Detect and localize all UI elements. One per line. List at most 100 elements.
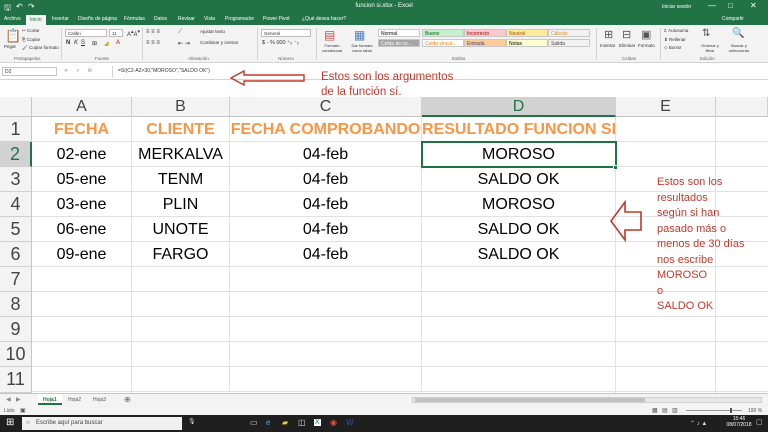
sort-filter-button[interactable]: Ordenar y filtrar xyxy=(698,43,722,53)
cell-b6[interactable]: FARGO xyxy=(132,242,230,267)
cell-a6[interactable]: 09-ene xyxy=(32,242,132,267)
row-header-11[interactable]: 11 xyxy=(0,367,32,393)
notifications-icon[interactable]: ▢ xyxy=(756,418,763,426)
page-break-icon[interactable]: ▥ xyxy=(672,407,678,414)
horizontal-scrollbar[interactable] xyxy=(412,397,762,403)
autosum-button[interactable]: Σ Autosuma xyxy=(664,28,688,33)
cell-c1[interactable]: FECHA COMPROBANDO xyxy=(230,117,422,142)
column-header-f[interactable] xyxy=(716,97,768,117)
row-header-1[interactable]: 1 xyxy=(0,117,32,142)
style-entrada[interactable]: Entrada xyxy=(464,39,506,47)
sort-filter-icon[interactable]: ⇅ xyxy=(702,28,710,39)
merge-center-button[interactable]: Combinar y centrar xyxy=(200,40,238,45)
insert-cells-icon[interactable]: ⊞ xyxy=(604,28,613,41)
insert-cells-button[interactable]: Insertar xyxy=(600,43,615,48)
cell-a2[interactable]: 02-ene xyxy=(32,142,132,167)
cell-a4[interactable]: 03-ene xyxy=(32,192,132,217)
style-celda-vinculada[interactable]: Celda vincul... xyxy=(422,39,464,47)
cell-c2[interactable]: 04-feb xyxy=(230,142,422,167)
tab-diseno-pagina[interactable]: Diseño de página xyxy=(78,16,117,22)
row-header-4[interactable]: 4 xyxy=(0,192,32,217)
chrome-icon[interactable]: ◉ xyxy=(330,418,337,427)
wrap-text-button[interactable]: Ajustar texto xyxy=(200,29,225,34)
store-icon[interactable]: ◫ xyxy=(298,418,306,427)
tab-insertar[interactable]: Insertar xyxy=(52,16,69,22)
excel-taskbar-icon[interactable]: X xyxy=(314,419,321,426)
clock[interactable]: 15:46 08/07/2018 xyxy=(726,416,752,428)
row-header-10[interactable]: 10 xyxy=(0,342,32,367)
column-header-a[interactable]: A xyxy=(32,97,132,117)
fill-button[interactable]: ⬇ Rellenar xyxy=(664,37,686,43)
align-top-icon[interactable]: ≡ ≡ ≡ xyxy=(146,29,160,35)
cell-b5[interactable]: UNOTE xyxy=(132,217,230,242)
minimize-button[interactable]: — xyxy=(708,1,716,10)
fill-handle[interactable] xyxy=(613,165,618,170)
task-view-icon[interactable]: ▭ xyxy=(250,418,258,427)
column-header-b[interactable]: B xyxy=(132,97,230,117)
style-celda-comprobacion[interactable]: Celda de co... xyxy=(378,39,420,47)
cancel-icon[interactable]: ✕ xyxy=(64,68,68,74)
formula-input[interactable]: =SI(C2-A2>30,"MOROSO","SALDO OK") xyxy=(118,68,210,74)
bold-button[interactable]: N xyxy=(66,40,70,46)
tell-me-search[interactable]: ¿Qué desea hacer? xyxy=(302,16,346,22)
tab-programador[interactable]: Programador xyxy=(225,16,254,22)
scroll-left-icon[interactable]: ◀ xyxy=(6,396,11,403)
number-format-select[interactable]: General xyxy=(261,29,311,37)
maximize-button[interactable]: □ xyxy=(728,1,733,10)
borders-icon[interactable]: ⊞ xyxy=(92,40,97,47)
row-header-6[interactable]: 6 xyxy=(0,242,32,267)
tray-icons[interactable]: ⌃ ♪ ▲ xyxy=(690,420,707,427)
macro-record-icon[interactable]: ▣ xyxy=(20,407,26,414)
cell-b1[interactable]: CLIENTE xyxy=(132,117,230,142)
cell-d6[interactable]: SALDO OK xyxy=(422,242,616,267)
page-layout-icon[interactable]: ▤ xyxy=(662,407,668,414)
row-header-3[interactable]: 3 xyxy=(0,167,32,192)
name-box[interactable]: D2 xyxy=(2,67,57,76)
cell-b4[interactable]: PLIN xyxy=(132,192,230,217)
paste-icon[interactable]: 📋 xyxy=(5,28,21,44)
format-cells-button[interactable]: Formato xyxy=(638,43,655,48)
format-as-table-icon[interactable]: ▦ xyxy=(354,28,365,42)
cell-d3[interactable]: SALDO OK xyxy=(422,167,616,192)
underline-button[interactable]: S xyxy=(81,40,85,46)
style-notas[interactable]: Notas xyxy=(506,39,548,47)
cell-b3[interactable]: TENM xyxy=(132,167,230,192)
clear-button[interactable]: ◇ Borrar xyxy=(664,45,681,51)
font-name-select[interactable]: Calibri xyxy=(65,29,107,37)
scrollbar-thumb[interactable] xyxy=(415,398,645,402)
copy-button[interactable]: ⎘ Copiar xyxy=(22,37,40,42)
style-bueno[interactable]: Bueno xyxy=(422,29,464,37)
find-select-button[interactable]: Buscar y seleccionar xyxy=(722,43,756,53)
font-size-select[interactable]: 11 xyxy=(109,29,123,37)
select-all-corner[interactable] xyxy=(0,97,32,117)
cell-c5[interactable]: 04-feb xyxy=(230,217,422,242)
indent-icon[interactable]: ⇤ ⇥ xyxy=(178,40,190,47)
zoom-slider-thumb[interactable] xyxy=(730,408,732,413)
edge-icon[interactable]: e xyxy=(266,418,270,427)
row-header-9[interactable]: 9 xyxy=(0,317,32,342)
cut-button[interactable]: ✂ Cortar xyxy=(22,28,40,34)
tab-inicio[interactable]: Inicio xyxy=(26,15,46,25)
row-header-5[interactable]: 5 xyxy=(0,217,32,242)
font-color-icon[interactable]: A xyxy=(116,40,120,46)
share-button[interactable]: Compartir xyxy=(722,16,744,22)
delete-cells-icon[interactable]: ⊟ xyxy=(622,28,631,41)
zoom-level[interactable]: 190 % xyxy=(748,408,762,414)
orientation-icon[interactable]: ⟋ xyxy=(178,29,182,36)
conditional-format-button[interactable]: Formato condicional xyxy=(318,43,346,53)
explorer-icon[interactable]: ▰ xyxy=(282,418,288,427)
column-header-c[interactable]: C xyxy=(230,97,422,117)
cell-a3[interactable]: 05-ene xyxy=(32,167,132,192)
enter-icon[interactable]: ✓ xyxy=(76,68,80,74)
italic-button[interactable]: K xyxy=(74,40,78,46)
cell-c3[interactable]: 04-feb xyxy=(230,167,422,192)
cell-a1[interactable]: FECHA xyxy=(32,117,132,142)
word-icon[interactable]: W xyxy=(346,418,354,427)
cell-a5[interactable]: 06-ene xyxy=(32,217,132,242)
scroll-right-icon[interactable]: ▶ xyxy=(16,396,21,403)
grow-font-icon[interactable]: A▴A▾ xyxy=(127,29,140,38)
tab-datos[interactable]: Datos xyxy=(154,16,167,22)
delete-cells-button[interactable]: Eliminar xyxy=(619,43,635,48)
format-cells-icon[interactable]: ▣ xyxy=(641,28,651,41)
conditional-format-icon[interactable]: ▤ xyxy=(324,28,335,42)
